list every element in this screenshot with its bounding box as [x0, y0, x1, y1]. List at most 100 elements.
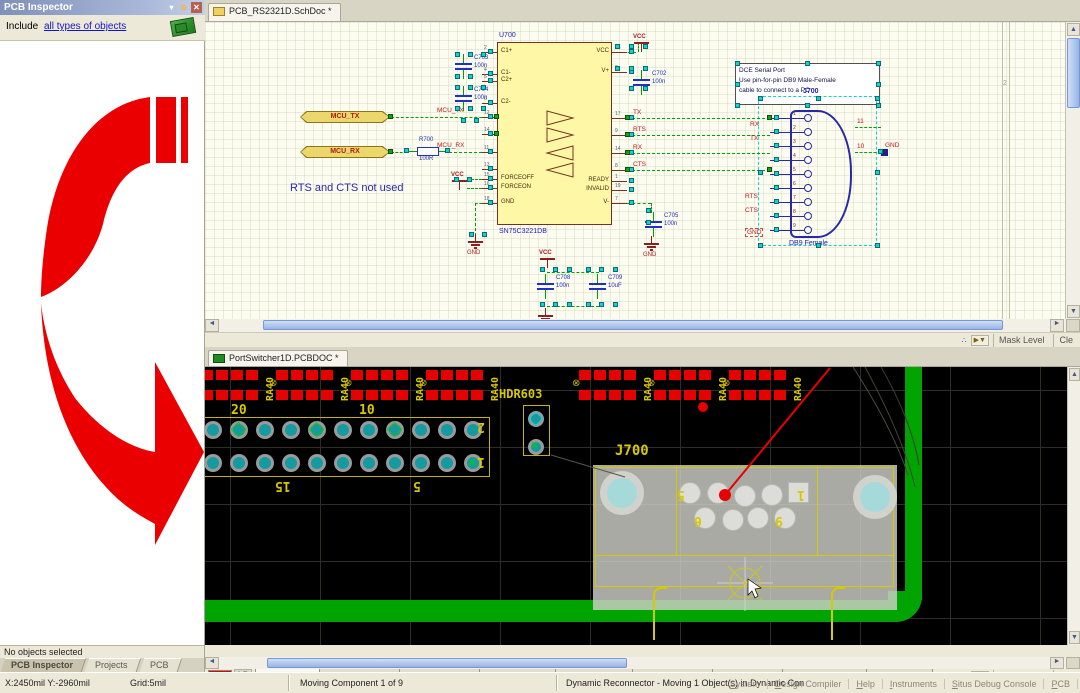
net-label[interactable]: 10	[857, 143, 864, 150]
pcb-hscrollbar[interactable]: ◄ ►	[205, 657, 1080, 669]
net-label[interactable]: TX	[633, 109, 641, 116]
divider	[288, 675, 290, 691]
power-lead	[545, 308, 546, 315]
net-label[interactable]: GND	[745, 228, 763, 237]
chevron-down-icon[interactable]: ▾	[166, 2, 177, 13]
schematic-vscrollbar[interactable]: ▲ ▼	[1065, 22, 1080, 319]
net-label[interactable]: CTS	[745, 207, 758, 214]
sch-wire[interactable]	[627, 118, 770, 119]
schematic-canvas[interactable]: 2 U700 SN75C3221DB DCE Serial Port Use p…	[205, 22, 1065, 319]
schematic-hscrollbar[interactable]: ◄ ►	[205, 319, 1080, 332]
pin-icon[interactable]: ⊙	[178, 2, 189, 13]
db9-pin[interactable]	[804, 156, 812, 164]
tab-pcbdoc[interactable]: PortSwitcher1D.PCBDOC *	[208, 350, 348, 366]
net-label[interactable]: RTS	[745, 193, 758, 200]
sch-wire[interactable]	[855, 127, 881, 128]
wire-vertex-handle	[625, 150, 630, 155]
scroll-thumb[interactable]	[267, 658, 627, 668]
tab-schdoc[interactable]: PCB_RS2321D.SchDoc *	[208, 3, 341, 21]
panel-button-help[interactable]: Help	[849, 679, 883, 689]
scroll-up-icon[interactable]: ▲	[1069, 368, 1080, 381]
panel-tab-pcb-inspector[interactable]: PCB Inspector	[1, 658, 87, 672]
selection-handle	[629, 86, 634, 91]
sch-wire[interactable]	[627, 153, 770, 154]
clear-button[interactable]: Cle	[1053, 334, 1078, 347]
pcb-canvas[interactable]: ⊗RA40⊗RA40⊗RA40⊗RA40⊗RA40⊗RA40⊗RA40✕2010…	[205, 367, 1067, 645]
db9-designator[interactable]: J700	[803, 88, 819, 95]
res-body	[417, 147, 439, 156]
j700-designator: J700	[615, 443, 649, 459]
annotation-text[interactable]: RTS and CTS not used	[290, 182, 404, 194]
sch-wire[interactable]	[627, 135, 770, 136]
db9-pin[interactable]	[804, 142, 812, 150]
ic-pin[interactable]	[612, 190, 627, 191]
scroll-down-icon[interactable]: ▼	[1067, 305, 1080, 318]
net-label[interactable]: CTS	[633, 161, 646, 168]
db9-pin[interactable]	[804, 184, 812, 192]
net-label[interactable]: 11	[857, 118, 864, 125]
panel-button-system[interactable]: System	[723, 679, 768, 689]
sch-wire[interactable]	[475, 203, 476, 236]
capacitor-c703[interactable]: C703100n	[455, 54, 497, 80]
power-port-vcc[interactable]: VCC	[539, 250, 559, 276]
net-label[interactable]: RX	[633, 144, 642, 151]
selection-handle	[481, 52, 486, 57]
close-icon[interactable]: ✕	[191, 2, 202, 13]
power-lead	[475, 234, 476, 241]
power-port-gnd[interactable]: GND	[537, 308, 557, 319]
panel-button-design-compiler[interactable]: Design Compiler	[768, 679, 850, 689]
power-port-vcc[interactable]: VCC	[451, 172, 471, 198]
net-label[interactable]: RTS	[633, 126, 646, 133]
panel-button-situs-debug-console[interactable]: Situs Debug Console	[945, 679, 1045, 689]
selection-handle	[774, 143, 779, 148]
db9-pin[interactable]	[804, 212, 812, 220]
panel-button-pcb[interactable]: PCB	[1044, 679, 1078, 689]
scroll-right-icon[interactable]: ►	[1050, 319, 1064, 332]
capacitor-c705[interactable]: C705100n	[645, 212, 687, 238]
scroll-thumb[interactable]	[1067, 38, 1080, 108]
scroll-left-icon[interactable]: ◄	[205, 657, 219, 669]
net-label[interactable]: GND	[885, 142, 899, 149]
db9-pin[interactable]	[804, 128, 812, 136]
sch-wire[interactable]	[627, 170, 770, 171]
selection-handle	[540, 302, 545, 307]
net-label[interactable]: MCU_RX	[437, 142, 464, 149]
net-label[interactable]: TX	[750, 135, 758, 142]
db9-pin[interactable]	[804, 198, 812, 206]
panel-button-instruments[interactable]: Instruments	[883, 679, 945, 689]
inspector-titlebar[interactable]: PCB Inspector ▾ ⊙ ✕	[0, 0, 205, 15]
ic-pin[interactable]	[612, 181, 627, 182]
scroll-down-icon[interactable]: ▼	[1069, 631, 1080, 644]
include-scope-link[interactable]: all types of objects	[44, 21, 126, 32]
panel-tab-projects[interactable]: Projects	[85, 658, 141, 672]
panel-tab-label: PCB	[150, 660, 169, 670]
scroll-right-icon[interactable]: ►	[1050, 657, 1064, 669]
scroll-up-icon[interactable]: ▲	[1067, 23, 1080, 36]
capacitor-c702[interactable]: C702100n	[633, 70, 675, 96]
filter-icons[interactable]: ▶▼	[971, 335, 989, 346]
sch-port-mcu_rx[interactable]: MCU_RX	[300, 146, 390, 158]
power-port-gnd[interactable]: GND	[643, 236, 663, 262]
mask-level-button[interactable]: Mask Level	[993, 334, 1050, 347]
scroll-left-icon[interactable]: ◄	[205, 319, 219, 332]
db9-label[interactable]: DB9 Female	[789, 240, 828, 247]
power-port-gnd[interactable]: GND	[467, 234, 487, 260]
connectivity-icon[interactable]: ∴	[962, 336, 967, 345]
db9-pin[interactable]	[804, 170, 812, 178]
selection-handle	[474, 118, 479, 123]
sch-wire[interactable]	[475, 203, 482, 204]
ic-pin[interactable]	[612, 52, 627, 53]
net-label[interactable]: RX	[750, 121, 759, 128]
sch-port-mcu_tx[interactable]: MCU_TX	[300, 111, 390, 123]
pcb-vscrollbar[interactable]: ▲ ▼	[1067, 367, 1080, 645]
selection-handle	[774, 185, 779, 190]
db9-pin[interactable]	[804, 114, 812, 122]
ic-pin[interactable]	[612, 72, 627, 73]
scroll-thumb[interactable]	[263, 320, 1003, 330]
note-line: DCE Serial Port	[739, 66, 879, 76]
db9-pin[interactable]	[804, 226, 812, 234]
capacitor-c709[interactable]: C70910uF	[589, 274, 631, 300]
capacitor-c708[interactable]: C708100n	[537, 274, 579, 300]
panel-tab-pcb[interactable]: PCB	[139, 658, 181, 672]
ic-pin[interactable]	[612, 203, 627, 204]
